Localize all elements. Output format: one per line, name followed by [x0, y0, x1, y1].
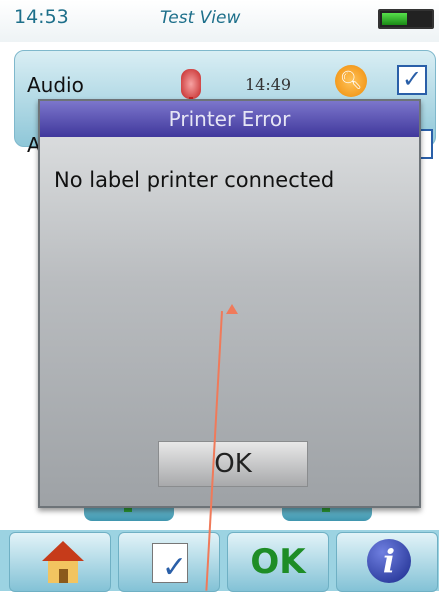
info-button[interactable]: i	[336, 532, 438, 592]
bottom-toolbar: ✓ OK i	[0, 530, 439, 592]
tasks-button[interactable]: ✓	[118, 532, 220, 592]
home-icon	[42, 541, 84, 585]
status-bar: 14:53 Test View	[0, 0, 439, 42]
list-item-time: 14:49	[245, 75, 292, 94]
dialog-title: Printer Error	[168, 107, 291, 131]
screen-title: Test View	[160, 8, 241, 28]
dialog-message: No label printer connected	[54, 168, 335, 192]
ok-toolbar-button[interactable]: OK	[227, 532, 329, 592]
dialog-titlebar: Printer Error	[40, 101, 419, 137]
tasks-icon: ✓	[152, 543, 188, 585]
ok-button[interactable]: OK	[158, 441, 308, 487]
checkbox-icon[interactable]: ✓	[397, 65, 427, 95]
status-time: 14:53	[14, 6, 69, 28]
search-icon[interactable]: 🔍︎	[335, 65, 367, 97]
arrow-head-icon	[226, 304, 238, 314]
list-item-label: Audio	[27, 73, 84, 97]
ok-label: OK	[250, 542, 306, 582]
home-button[interactable]	[9, 532, 111, 592]
battery-icon	[378, 9, 434, 29]
battery-level	[382, 13, 407, 25]
audio-icon	[181, 69, 201, 107]
info-icon: i	[367, 539, 411, 583]
